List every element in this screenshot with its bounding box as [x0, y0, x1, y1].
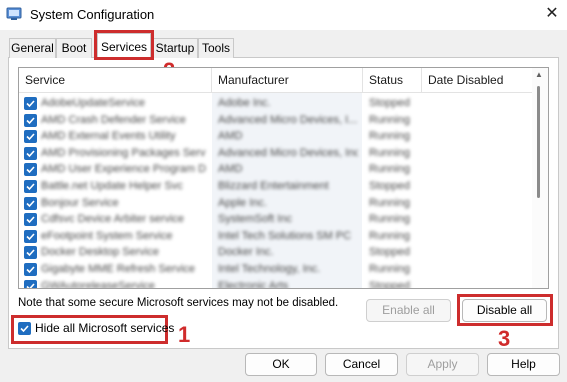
service-checkbox[interactable] [24, 229, 37, 243]
service-manufacturer: Blizzard Entertainment [218, 180, 329, 192]
tab-tools[interactable]: Tools [198, 38, 234, 58]
tab-boot[interactable]: Boot [56, 38, 92, 58]
service-manufacturer: AMD [218, 130, 243, 143]
service-name: Battle.net Update Helper Svc [41, 180, 183, 192]
scroll-up-icon[interactable]: ▲ [535, 70, 543, 79]
service-row[interactable]: Docker Desktop Service Docker Inc. Stopped [19, 245, 532, 262]
service-name: AMD Crash Defender Service [41, 113, 186, 126]
service-status: Running [369, 213, 410, 226]
service-status: Running [369, 146, 410, 159]
scrollbar-thumb[interactable] [537, 86, 540, 198]
service-checkbox[interactable] [24, 263, 37, 276]
service-row[interactable]: AMD External Events Utility AMD Running [19, 129, 532, 146]
service-row[interactable]: AMD Provisioning Packages Service Advance… [19, 146, 532, 163]
step-marker-3: 3 [498, 326, 511, 351]
service-status: Stopped [369, 97, 410, 109]
service-manufacturer: Adobe Inc. [218, 97, 271, 109]
secure-services-note: Note that some secure Microsoft services… [18, 297, 339, 309]
service-status: Running [369, 229, 410, 242]
header-divider [19, 92, 532, 93]
service-row[interactable]: AMD Crash Defender Service Advanced Micro… [19, 113, 532, 130]
service-row[interactable]: AdobeUpdateService Adobe Inc. Stopped [19, 96, 532, 113]
service-manufacturer: Intel Technology, Inc. [218, 263, 321, 275]
service-manufacturer: AMD [218, 163, 243, 176]
service-manufacturer: SystemSoft Inc [218, 213, 292, 226]
service-name: AMD Provisioning Packages Service [41, 146, 206, 159]
service-checkbox[interactable] [24, 130, 37, 144]
service-status: Running [369, 263, 410, 275]
service-status: Running [369, 113, 410, 126]
service-name: Bonjour Service [41, 196, 119, 209]
help-button[interactable]: Help [487, 353, 560, 376]
window-title: System Configuration [30, 7, 155, 22]
service-row[interactable]: Gigabyte MME Refresh Service Intel Techno… [19, 262, 532, 279]
service-manufacturer: Docker Inc. [218, 246, 274, 259]
service-name: AMD External Events Utility [41, 130, 176, 143]
cancel-button[interactable]: Cancel [325, 353, 398, 376]
close-button[interactable]: ✕ [540, 3, 564, 25]
service-checkbox[interactable] [24, 97, 37, 110]
service-row[interactable]: Cdfsvc Device Arbiter service SystemSoft … [19, 212, 532, 229]
step-marker-1: 1 [178, 322, 191, 347]
tab-startup[interactable]: Startup [152, 38, 198, 58]
service-checkbox[interactable] [24, 196, 37, 210]
service-status: Stopped [369, 246, 410, 259]
service-manufacturer: Apple Inc. [218, 196, 267, 209]
service-status: Running [369, 196, 410, 209]
column-header-status[interactable]: Status [363, 68, 422, 92]
service-status: Running [369, 130, 410, 143]
service-name: AMD User Experience Program D... [41, 163, 206, 176]
service-row[interactable]: Battle.net Update Helper Svc Blizzard Ent… [19, 179, 532, 196]
service-checkbox[interactable] [24, 163, 37, 177]
hide-ms-services-checkbox[interactable] [18, 322, 31, 335]
service-checkbox[interactable] [24, 146, 37, 160]
enable-all-button[interactable]: Enable all [366, 299, 451, 322]
service-checkbox[interactable] [24, 213, 37, 227]
service-row[interactable]: Bonjour Service Apple Inc. Running [19, 196, 532, 213]
ok-button[interactable]: OK [245, 353, 317, 376]
service-manufacturer: Advanced Micro Devices, Inc [218, 146, 358, 159]
column-header-manufacturer[interactable]: Manufacturer [212, 68, 363, 92]
column-header-date-disabled[interactable]: Date Disabled [422, 68, 532, 92]
service-name: GWAutoreleaseService [41, 279, 155, 289]
hide-ms-services-label[interactable]: Hide all Microsoft services [35, 321, 174, 335]
service-checkbox[interactable] [24, 246, 37, 260]
service-name: Gigabyte MME Refresh Service [41, 263, 196, 275]
service-status: Stopped [369, 180, 410, 192]
service-name: Cdfsvc Device Arbiter service [41, 213, 185, 226]
service-checkbox[interactable] [24, 279, 37, 288]
tab-general[interactable]: General [9, 38, 56, 58]
disable-all-button[interactable]: Disable all [462, 299, 547, 322]
service-manufacturer: Advanced Micro Devices, I... [218, 113, 358, 126]
vertical-scrollbar[interactable] [532, 68, 548, 288]
service-manufacturer: Intel Tech Solutions SM PC [218, 229, 352, 242]
service-checkbox[interactable] [24, 113, 37, 127]
service-name: AdobeUpdateService [41, 97, 145, 109]
services-tab-highlight [94, 30, 154, 60]
service-status: Stopped [369, 279, 410, 289]
service-row[interactable]: GWAutoreleaseService Electronic Arts Stopp… [19, 279, 532, 289]
services-list[interactable]: Service Manufacturer Status Date Disable… [18, 67, 549, 289]
column-header-service[interactable]: Service [19, 68, 212, 92]
service-status: Running [369, 163, 410, 176]
service-row[interactable]: AMD User Experience Program D... AMD Runni… [19, 162, 532, 179]
service-row[interactable]: eFootpoint System Service Intel Tech Solu… [19, 229, 532, 246]
service-checkbox[interactable] [24, 180, 37, 193]
service-name: eFootpoint System Service [41, 229, 173, 242]
service-manufacturer: Electronic Arts [218, 279, 289, 289]
apply-button[interactable]: Apply [406, 353, 479, 376]
service-name: Docker Desktop Service [41, 246, 159, 259]
system-configuration-icon [6, 6, 22, 22]
